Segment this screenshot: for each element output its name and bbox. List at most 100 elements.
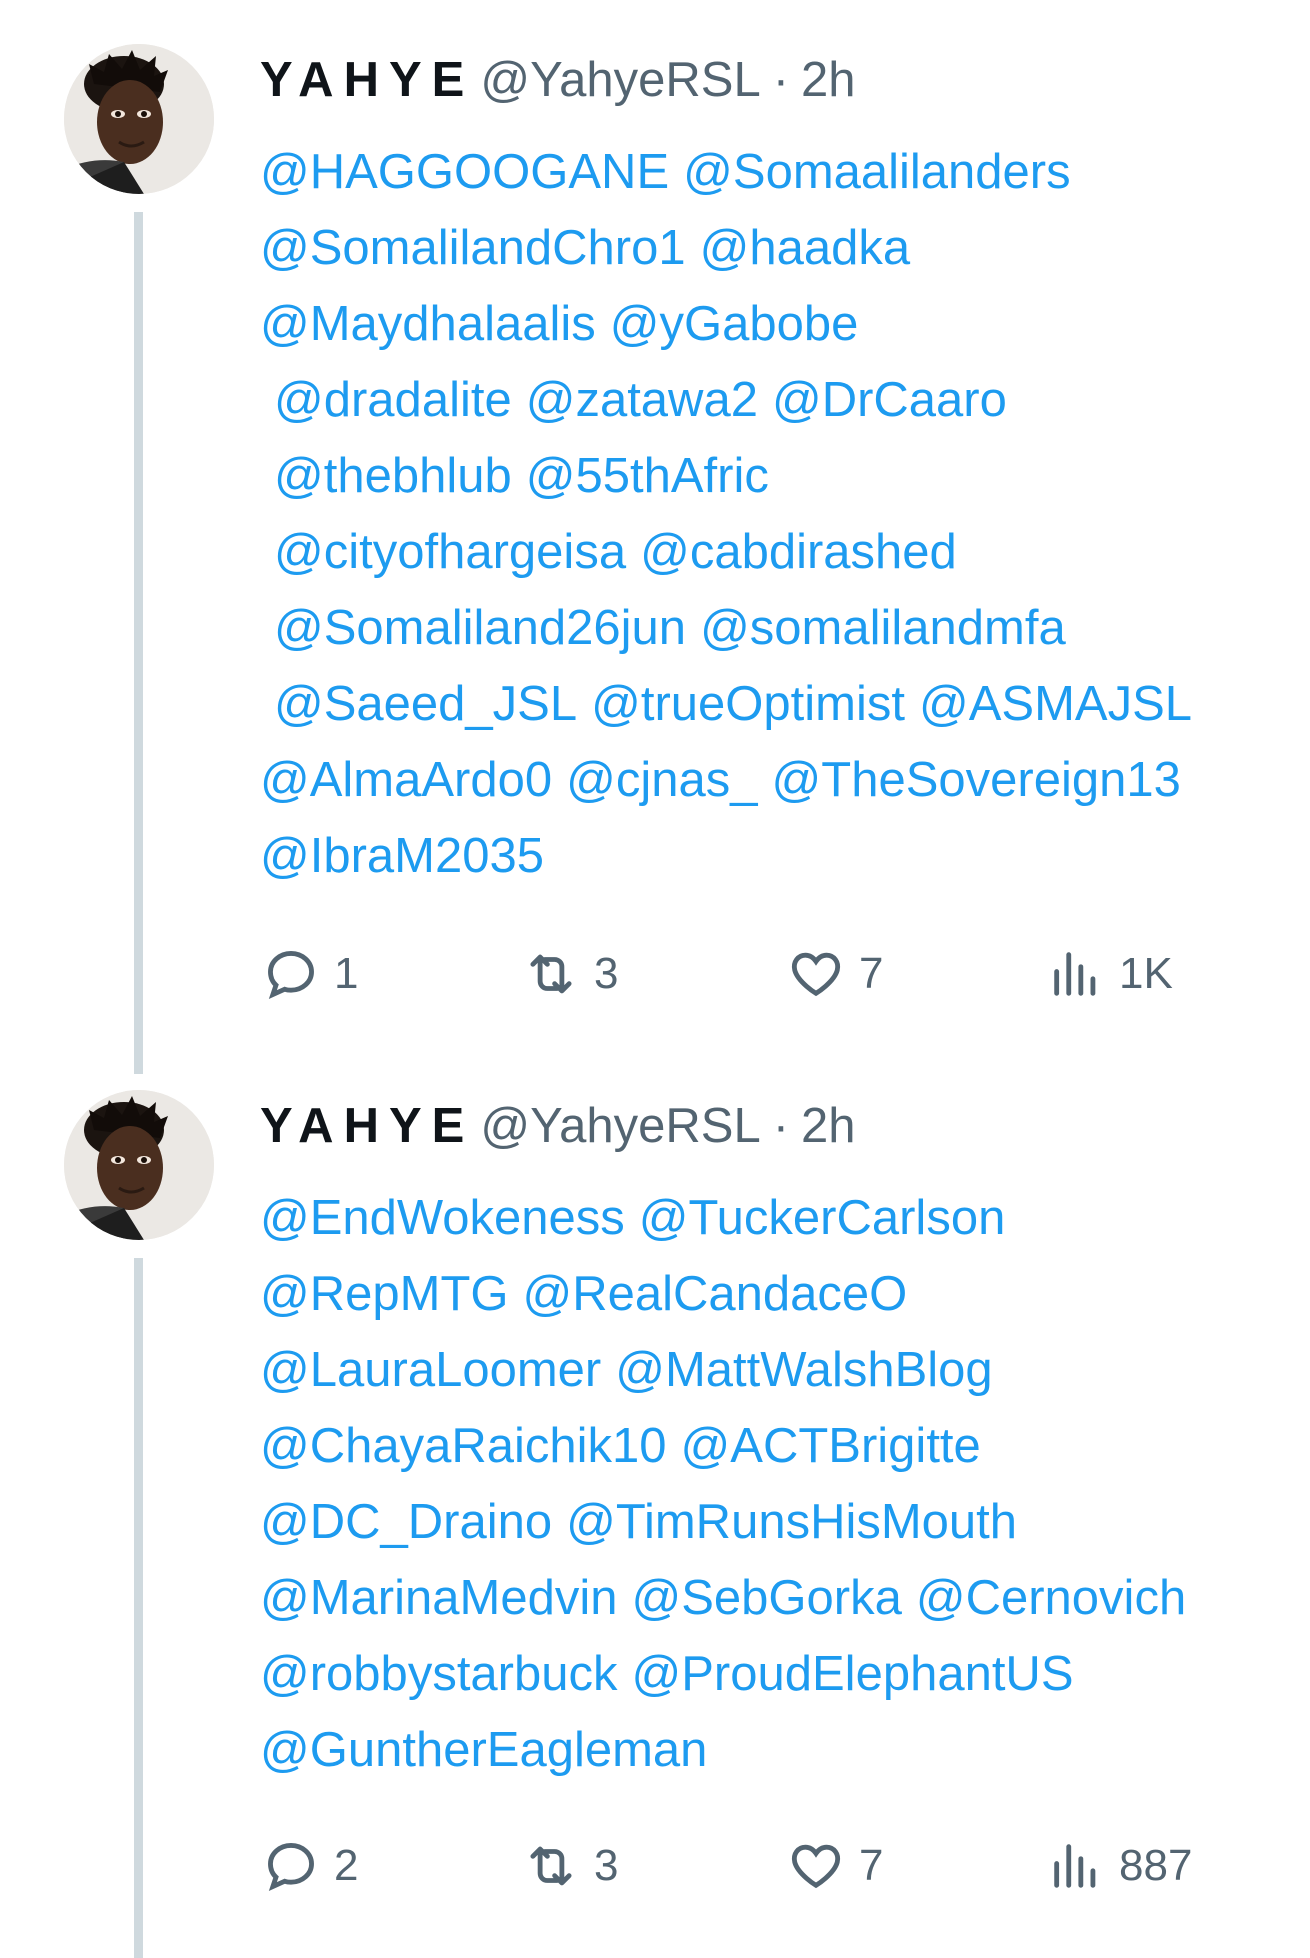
thread-line [134, 1258, 143, 1958]
mention-link[interactable]: @cityofhargeisa [274, 525, 626, 579]
mention-link[interactable]: @Saeed_JSL [274, 677, 577, 731]
tweet-text-line: @HAGGOOGANE @Somaalilanders [260, 134, 1305, 210]
views-count: 887 [1119, 1841, 1193, 1890]
mention-link[interactable]: @SebGorka [631, 1571, 901, 1625]
mention-link[interactable]: @DC_Draino [260, 1495, 552, 1549]
mention-link[interactable]: @TuckerCarlson [639, 1191, 1006, 1245]
tweet-text-line: @robbystarbuck @ProudElephantUS [260, 1636, 1305, 1712]
thread-line [134, 212, 143, 1074]
tweet-text-line: @dradalite @zatawa2 @DrCaaro [260, 362, 1305, 438]
tweet-text-line: @LauraLoomer @MattWalshBlog [260, 1332, 1305, 1408]
username[interactable]: @YahyeRSL [480, 1098, 760, 1154]
timestamp[interactable]: 2h [801, 1098, 856, 1154]
reply-icon [268, 1843, 314, 1892]
views-count: 1K [1119, 949, 1173, 998]
mention-link[interactable]: @haadka [700, 221, 911, 275]
tweet-text-line: @Somaliland26jun @somalilandmfa [260, 590, 1305, 666]
retweet-icon [530, 954, 572, 994]
mention-link[interactable]: @AlmaArdo0 [260, 753, 552, 807]
tweet-text-line: @cityofhargeisa @cabdirashed [260, 514, 1305, 590]
retweet-count: 3 [594, 949, 619, 998]
mention-link[interactable]: @LauraLoomer [260, 1343, 601, 1397]
mention-link[interactable]: @dradalite [274, 373, 512, 427]
display-name[interactable]: YAHYE [260, 1098, 474, 1154]
reply-count: 1 [334, 949, 359, 998]
like-button[interactable]: 7 [787, 942, 883, 1006]
like-count: 7 [859, 949, 884, 998]
tweet-text-line: @GuntherEagleman [260, 1712, 1305, 1788]
retweet-button[interactable]: 3 [522, 942, 618, 1006]
mention-link[interactable]: @TheSovereign13 [772, 753, 1181, 807]
tweet-text-line: @DC_Draino @TimRunsHisMouth [260, 1484, 1305, 1560]
mention-link[interactable]: @trueOptimist [591, 677, 905, 731]
avatar[interactable] [64, 44, 214, 194]
mention-link[interactable]: @Cernovich [916, 1571, 1186, 1625]
tweet-header: YAHYE @YahyeRSL · 2h [260, 52, 856, 112]
tweet-header: YAHYE @YahyeRSL · 2h [260, 1098, 856, 1158]
reply-icon [268, 951, 314, 1000]
like-button[interactable]: 7 [787, 1834, 883, 1898]
mention-link[interactable]: @ChayaRaichik10 [260, 1419, 667, 1473]
like-count: 7 [859, 1841, 884, 1890]
mention-link[interactable]: @EndWokeness [260, 1191, 625, 1245]
retweet-icon [530, 1846, 572, 1886]
tweet-text-line: @Saeed_JSL @trueOptimist @ASMAJSL [260, 666, 1305, 742]
mention-link[interactable]: @RepMTG [260, 1267, 509, 1321]
mention-link[interactable]: @MarinaMedvin [260, 1571, 617, 1625]
mention-link[interactable]: @Somaalilanders [683, 145, 1070, 199]
views-button[interactable]: 887 [1047, 1834, 1192, 1898]
avatar[interactable] [64, 1090, 214, 1240]
views-button[interactable]: 1K [1047, 942, 1173, 1006]
mention-link[interactable]: @DrCaaro [772, 373, 1007, 427]
mention-link[interactable]: @robbystarbuck [260, 1647, 618, 1701]
mention-link[interactable]: @GuntherEagleman [260, 1723, 707, 1777]
tweet-text-line: @MarinaMedvin @SebGorka @Cernovich [260, 1560, 1305, 1636]
reply-button[interactable]: 1 [262, 942, 358, 1006]
mention-link[interactable]: @cabdirashed [640, 525, 957, 579]
mention-link[interactable]: @yGabobe [610, 297, 859, 351]
mention-link[interactable]: @Maydhalaalis [260, 297, 596, 351]
reply-count: 2 [334, 1841, 359, 1890]
action-bar: 1 3 7 1K [262, 942, 1262, 1006]
mention-link[interactable]: @55thAfric [526, 449, 769, 503]
tweet-text-line: @IbraM2035 [260, 818, 1305, 894]
timestamp[interactable]: 2h [801, 52, 856, 108]
mention-link[interactable]: @ASMAJSL [919, 677, 1192, 731]
mention-link[interactable]: @ACTBrigitte [681, 1419, 981, 1473]
mention-link[interactable]: @SomalilandChro1 [260, 221, 686, 275]
tweet-text: @HAGGOOGANE @Somaalilanders @SomalilandChr… [260, 134, 1305, 894]
reply-button[interactable]: 2 [262, 1834, 358, 1898]
tweet[interactable]: YAHYE @YahyeRSL · 2h @EndWokeness @Tucker… [0, 1046, 1310, 1958]
tweet-text-line: @AlmaArdo0 @cjnas_ @TheSovereign13 [260, 742, 1305, 818]
heart-icon [791, 1844, 841, 1889]
mention-link[interactable]: @IbraM2035 [260, 829, 544, 883]
mention-link[interactable]: @HAGGOOGANE [260, 145, 669, 199]
views-icon [1054, 1844, 1096, 1888]
separator-dot: · [772, 53, 790, 107]
mention-link[interactable]: @cjnas_ [566, 753, 757, 807]
mention-link[interactable]: @somalilandmfa [700, 601, 1066, 655]
mention-link[interactable]: @MattWalshBlog [615, 1343, 992, 1397]
username[interactable]: @YahyeRSL [480, 52, 760, 108]
heart-icon [791, 952, 841, 997]
mention-link[interactable]: @TimRunsHisMouth [566, 1495, 1017, 1549]
tweet-text-line: @ChayaRaichik10 @ACTBrigitte [260, 1408, 1305, 1484]
display-name[interactable]: YAHYE [260, 52, 474, 108]
mention-link[interactable]: @thebhlub [274, 449, 512, 503]
tweet-text-line: @RepMTG @RealCandaceO [260, 1256, 1305, 1332]
tweet-text-line: @EndWokeness @TuckerCarlson [260, 1180, 1305, 1256]
mention-link[interactable]: @Somaliland26jun [274, 601, 686, 655]
retweet-button[interactable]: 3 [522, 1834, 618, 1898]
tweet-text: @EndWokeness @TuckerCarlson @RepMTG @RealCa… [260, 1180, 1305, 1788]
views-icon [1054, 952, 1096, 996]
retweet-count: 3 [594, 1841, 619, 1890]
mention-link[interactable]: @ProudElephantUS [632, 1647, 1074, 1701]
action-bar: 2 3 7 887 [262, 1834, 1262, 1898]
separator-dot: · [772, 1099, 790, 1153]
tweet-text-line: @thebhlub @55thAfric [260, 438, 1305, 514]
mention-link[interactable]: @RealCandaceO [523, 1267, 908, 1321]
tweet[interactable]: YAHYE @YahyeRSL · 2h @HAGGOOGANE @Somaali… [0, 0, 1310, 1074]
mention-link[interactable]: @zatawa2 [526, 373, 758, 427]
tweet-text-line: @Maydhalaalis @yGabobe [260, 286, 1305, 362]
tweet-text-line: @SomalilandChro1 @haadka [260, 210, 1305, 286]
